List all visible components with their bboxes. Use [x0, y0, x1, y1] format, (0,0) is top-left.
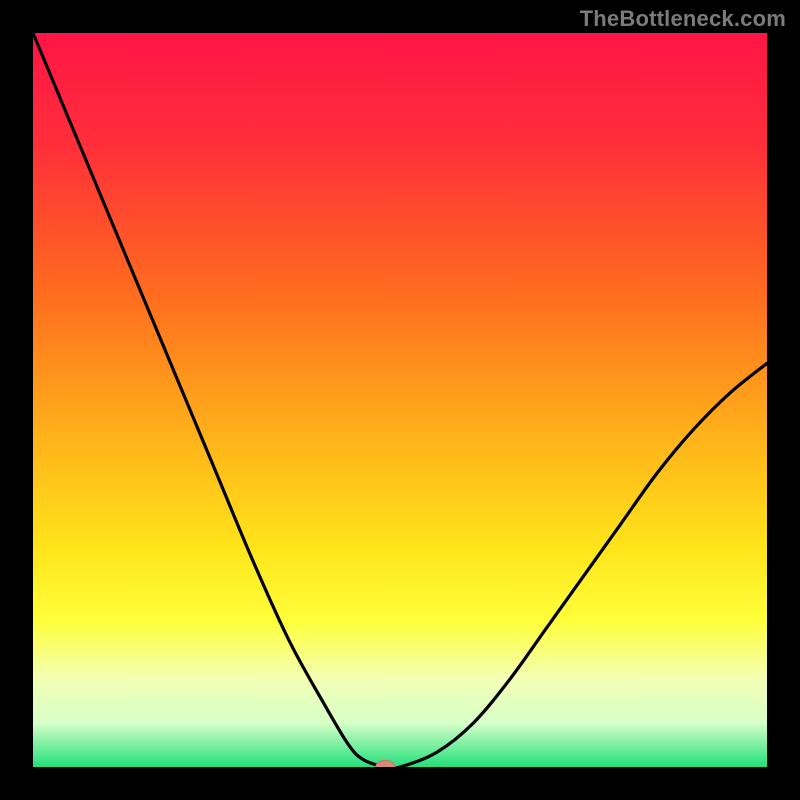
plot-area	[33, 33, 767, 767]
chart-frame: TheBottleneck.com	[0, 0, 800, 800]
watermark-label: TheBottleneck.com	[580, 6, 786, 32]
chart-svg	[33, 33, 767, 767]
gradient-background	[33, 33, 767, 767]
